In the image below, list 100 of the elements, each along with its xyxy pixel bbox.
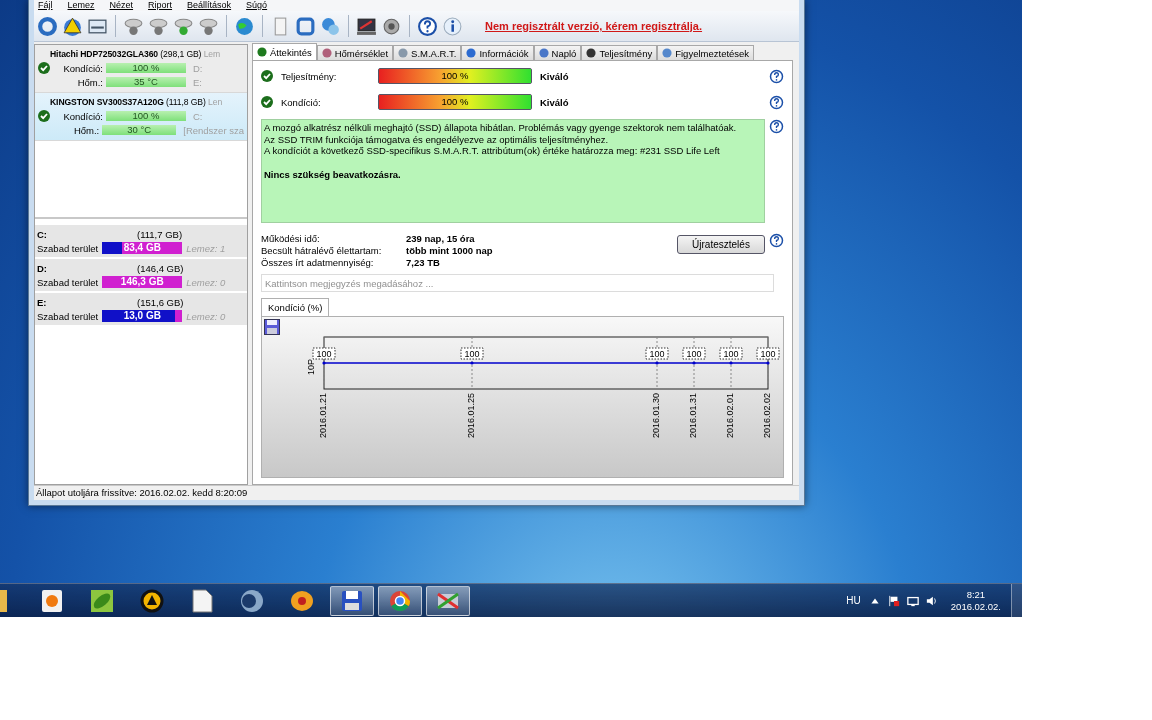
save-icon[interactable]	[264, 319, 280, 335]
language-indicator[interactable]: HU	[846, 595, 861, 606]
network-icon[interactable]	[906, 594, 919, 607]
data-point	[322, 361, 326, 365]
menu-item[interactable]: Nézet	[109, 0, 134, 11]
retest-button[interactable]: Újratesztelés	[677, 235, 765, 254]
data-point	[655, 361, 659, 365]
drive-note: E:	[193, 76, 202, 88]
help-icon[interactable]	[769, 94, 784, 110]
app-icon	[190, 588, 214, 613]
app-icon	[90, 588, 114, 613]
flag-icon[interactable]	[887, 594, 900, 607]
free-space-label: Szabad terület	[37, 276, 99, 288]
drive-letter: C:	[37, 228, 49, 240]
app-icon	[240, 588, 264, 613]
data-point	[766, 361, 770, 365]
warning-icon[interactable]	[62, 15, 83, 37]
partition-item[interactable]: D: (146,4 GB) Szabad terület 146,3 GB Lemez: 0	[35, 259, 247, 291]
app-icon	[290, 588, 314, 613]
value-label: 100	[645, 347, 669, 360]
tab[interactable]: Hőmérséklet	[316, 45, 394, 60]
chart-tab[interactable]: Kondíció (%)	[261, 298, 330, 316]
disk-item[interactable]: Hitachi HDP725032GLA360 (298,1 GB) Lem Kondíció: 100 % D: Hőm.: 35 °C E:	[35, 45, 247, 93]
stat-value: 239 nap, 15 óra	[406, 233, 476, 244]
partition-item[interactable]: E: (151,6 GB) Szabad terület 13,0 GB Lemez: 0	[35, 293, 247, 325]
date-label: 2016.01.25	[466, 393, 477, 439]
rating-text: Kiváló	[540, 70, 569, 82]
menu-item[interactable]: Beállítások	[187, 0, 232, 11]
value-label: 100	[719, 347, 743, 360]
tab[interactable]: Áttekintés	[252, 43, 317, 60]
drive-note: C:	[193, 110, 203, 122]
stat-value: több mint 1000 nap	[406, 245, 493, 256]
taskbar-app-button[interactable]	[330, 585, 374, 616]
axis-label: 10P	[306, 359, 317, 375]
date-label: 2016.01.30	[651, 393, 662, 439]
menu-item[interactable]: Lemez	[67, 0, 95, 11]
help-icon[interactable]	[769, 68, 784, 84]
date-label: 2016.01.31	[688, 393, 699, 439]
message-line: A mozgó alkatrész nélküli meghajtó (SSD) állapota hibátlan. Problémás vagy gyenge szektorok nem találhatóak.	[264, 122, 738, 134]
tab[interactable]: S.M.A.R.T.	[393, 45, 462, 60]
conclusion-text: Nincs szükség beavatkozásra.	[264, 168, 402, 180]
help-icon[interactable]	[417, 15, 438, 37]
drive-note: [Rendszer sza	[183, 124, 244, 136]
level-bar: 100 %	[106, 63, 186, 73]
tab-icon	[257, 47, 267, 57]
tab-icon	[662, 48, 673, 58]
taskbar-app-button[interactable]	[426, 585, 470, 616]
message-line: A kondíciót a következő SSD-specifikus S.M.A.R.T. attribútum(ok) értéke határozza meg: #231 SSD Life Left	[264, 145, 721, 157]
drive-letter: D:	[37, 262, 49, 274]
drive-letter: E:	[37, 296, 48, 308]
metric-label: Kondíció:	[62, 110, 103, 122]
stat-label: Összes írt adatmennyiség:	[261, 257, 375, 268]
partition-item[interactable]: C: (111,7 GB) Szabad terület 83,4 GB Lemez: 1	[35, 225, 247, 257]
value-label: 100	[756, 347, 780, 360]
tab[interactable]: Napló	[533, 45, 582, 60]
data-point	[692, 361, 696, 365]
partition-size: (151,6 GB)	[137, 296, 184, 308]
tab[interactable]: Teljesítmény	[581, 45, 658, 60]
disk-item[interactable]: KINGSTON SV300S37A120G (111,8 GB) Len Kondíció: 100 % C: Hőm.: 30 °C [Rendszer sza	[35, 93, 247, 141]
check-icon	[261, 70, 273, 82]
tab-icon	[466, 48, 477, 58]
score-bar: 100 %	[378, 94, 532, 110]
free-space-bar: 146,3 GB	[102, 276, 183, 288]
tab[interactable]: Figyelmeztetések	[657, 45, 755, 60]
taskbar-app-button[interactable]	[378, 585, 422, 616]
clock-date[interactable]: 2016.02.02.	[950, 600, 1001, 613]
menu-item[interactable]: Súgó	[246, 0, 268, 11]
note-field[interactable]: Kattintson megjegyzés megadásához ...	[261, 274, 774, 292]
score-bar: 100 %	[378, 68, 532, 84]
date-label: 2016.01.21	[318, 393, 329, 439]
level-bar: 30 °C	[102, 125, 177, 135]
clock-time[interactable]: 8:21	[966, 588, 986, 601]
message-line: Az SSD TRIM funkciója támogatva és engedélyezve az optimális teljesítményhez.	[264, 133, 610, 145]
app-icon	[140, 588, 164, 613]
globe-icon[interactable]	[234, 15, 255, 37]
app-icon	[340, 588, 364, 613]
partition-size: (111,7 GB)	[137, 228, 183, 240]
level-bar: 35 °C	[106, 77, 186, 87]
register-link[interactable]: Nem regisztrált verzió, kérem regisztrálja.	[485, 20, 703, 32]
menu-item[interactable]: Fájl	[38, 0, 53, 11]
free-space-bar: 83,4 GB	[102, 242, 183, 254]
rating-text: Kiváló	[540, 96, 569, 108]
stat-label: Működési idő:	[261, 233, 321, 244]
info-icon[interactable]	[442, 15, 463, 37]
app-icon	[388, 588, 412, 613]
value-label: 100	[312, 347, 336, 360]
tab[interactable]: Információk	[461, 45, 534, 60]
free-space-label: Szabad terület	[37, 310, 99, 322]
check-icon	[261, 96, 273, 108]
metric-label: Hőm.:	[76, 76, 103, 88]
value-label: 100	[460, 347, 484, 360]
show-desktop-button[interactable]	[1011, 584, 1022, 617]
help-icon[interactable]	[769, 233, 784, 248]
check-icon	[38, 110, 50, 122]
refresh-icon[interactable]	[37, 15, 58, 37]
help-icon[interactable]	[769, 119, 784, 134]
tab-icon	[586, 48, 597, 58]
partition-size: (146,4 GB)	[137, 262, 184, 274]
menu-item[interactable]: Riport	[148, 0, 173, 11]
metric-label: Kondíció:	[62, 62, 103, 74]
